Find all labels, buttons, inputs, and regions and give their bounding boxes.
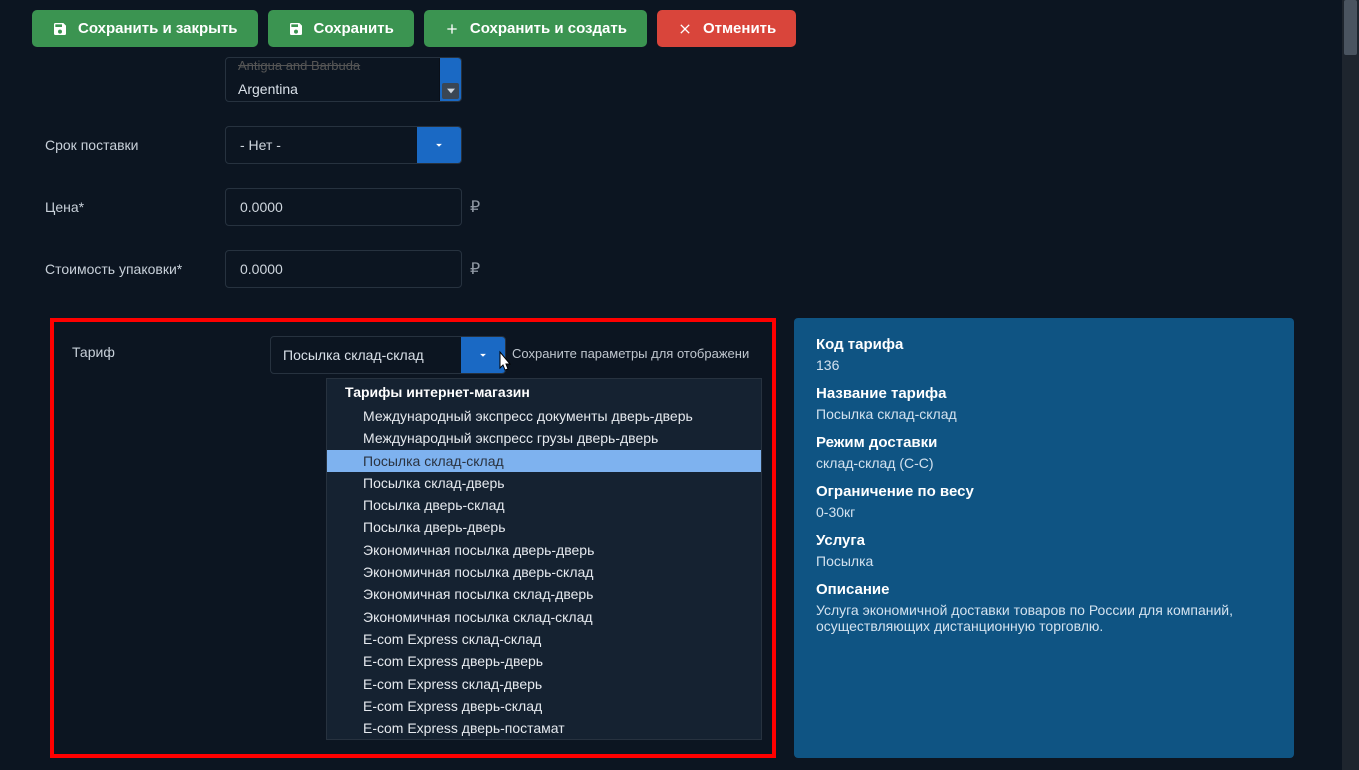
action-toolbar: Сохранить и закрыть Сохранить Сохранить … [0,0,1359,57]
save-close-button[interactable]: Сохранить и закрыть [32,10,258,47]
tariff-selected-value: Посылка склад-склад [271,337,461,373]
tariff-option[interactable]: E-com Express дверь-постамат [327,717,761,739]
tariff-dropdown-list[interactable]: Тарифы интернет-магазин Международный эк… [326,378,762,740]
save-create-button[interactable]: Сохранить и создать [424,10,647,47]
tariff-row: Тариф Посылка склад-склад Сохраните пара… [72,336,754,374]
save-create-label: Сохранить и создать [470,20,627,37]
info-weight-value: 0-30кг [816,504,1272,520]
info-mode-value: склад-склад (С-С) [816,455,1272,471]
scrollbar-thumb[interactable] [1344,0,1357,55]
price-input[interactable]: 0.0000 [225,188,462,226]
tariff-panel: Тариф Посылка склад-склад Сохраните пара… [50,318,776,758]
info-mode-label: Режим доставки [816,434,1272,451]
tariff-option[interactable]: E-com Express дверь-дверь [327,650,761,672]
save-close-label: Сохранить и закрыть [78,20,238,37]
packaging-input[interactable]: 0.0000 [225,250,462,288]
chevron-down-icon[interactable] [461,337,505,373]
cancel-button[interactable]: Отменить [657,10,796,47]
delivery-time-value: - Нет - [226,127,417,163]
chevron-down-icon[interactable] [417,127,461,163]
plus-icon [444,21,460,37]
currency-symbol: ₽ [470,259,480,279]
packaging-label: Стоимость упаковки* [45,261,225,277]
price-label: Цена* [45,199,225,215]
tariff-option[interactable]: Экономичная посылка склад-дверь [327,583,761,605]
delivery-time-row: Срок поставки - Нет - [45,126,1314,164]
tariff-info-panel: Код тарифа 136 Название тарифа Посылка с… [794,318,1294,758]
tariff-select[interactable]: Посылка склад-склад [270,336,506,374]
delivery-time-label: Срок поставки [45,137,225,153]
tariff-option[interactable]: Посылка склад-дверь [327,472,761,494]
tariff-option[interactable]: Международный экспресс документы дверь-д… [327,405,761,427]
tariff-option[interactable]: Экономичная посылка дверь-склад [327,561,761,583]
delivery-time-select[interactable]: - Нет - [225,126,462,164]
tariff-option[interactable]: Посылка склад-склад [327,450,761,472]
save-label: Сохранить [314,20,394,37]
info-code-value: 136 [816,357,1272,373]
scroll-down-icon[interactable] [442,83,459,99]
tariff-option[interactable]: E-com Express склад-постамат [327,739,761,740]
price-row: Цена* 0.0000 ₽ [45,188,1314,226]
country-scrollbar[interactable] [439,58,461,101]
tariff-option[interactable]: E-com Express склад-дверь [327,673,761,695]
tariff-option[interactable]: E-com Express склад-склад [327,628,761,650]
tariff-container: Тариф Посылка склад-склад Сохраните пара… [50,318,1314,758]
info-service-label: Услуга [816,532,1272,549]
form-area: Antigua and Barbuda Argentina Срок поста… [0,57,1359,298]
page-scrollbar[interactable] [1342,0,1359,770]
tariff-group-header: Тарифы интернет-магазин [327,379,761,405]
tariff-option[interactable]: Экономичная посылка дверь-дверь [327,539,761,561]
info-desc-label: Описание [816,581,1272,598]
cancel-label: Отменить [703,20,776,37]
tariff-hint: Сохраните параметры для отображени [512,336,749,361]
info-name-value: Посылка склад-склад [816,406,1272,422]
info-service-value: Посылка [816,553,1272,569]
save-icon [52,21,68,37]
tariff-option[interactable]: Международный экспресс грузы дверь-дверь [327,427,761,449]
country-select[interactable]: Antigua and Barbuda Argentina [225,57,462,102]
info-weight-label: Ограничение по весу [816,483,1272,500]
save-button[interactable]: Сохранить [268,10,414,47]
tariff-label: Тариф [72,336,270,360]
tariff-option[interactable]: Экономичная посылка склад-склад [327,606,761,628]
save-icon [288,21,304,37]
info-code-label: Код тарифа [816,336,1272,353]
currency-symbol: ₽ [470,197,480,217]
tariff-option[interactable]: Посылка дверь-дверь [327,516,761,538]
tariff-option[interactable]: Посылка дверь-склад [327,494,761,516]
info-desc-value: Услуга экономичной доставки товаров по Р… [816,602,1272,634]
info-name-label: Название тарифа [816,385,1272,402]
packaging-row: Стоимость упаковки* 0.0000 ₽ [45,250,1314,288]
tariff-option[interactable]: E-com Express дверь-склад [327,695,761,717]
country-option-prev: Antigua and Barbuda [226,58,461,77]
country-option-visible[interactable]: Argentina [226,77,461,101]
close-icon [677,21,693,37]
